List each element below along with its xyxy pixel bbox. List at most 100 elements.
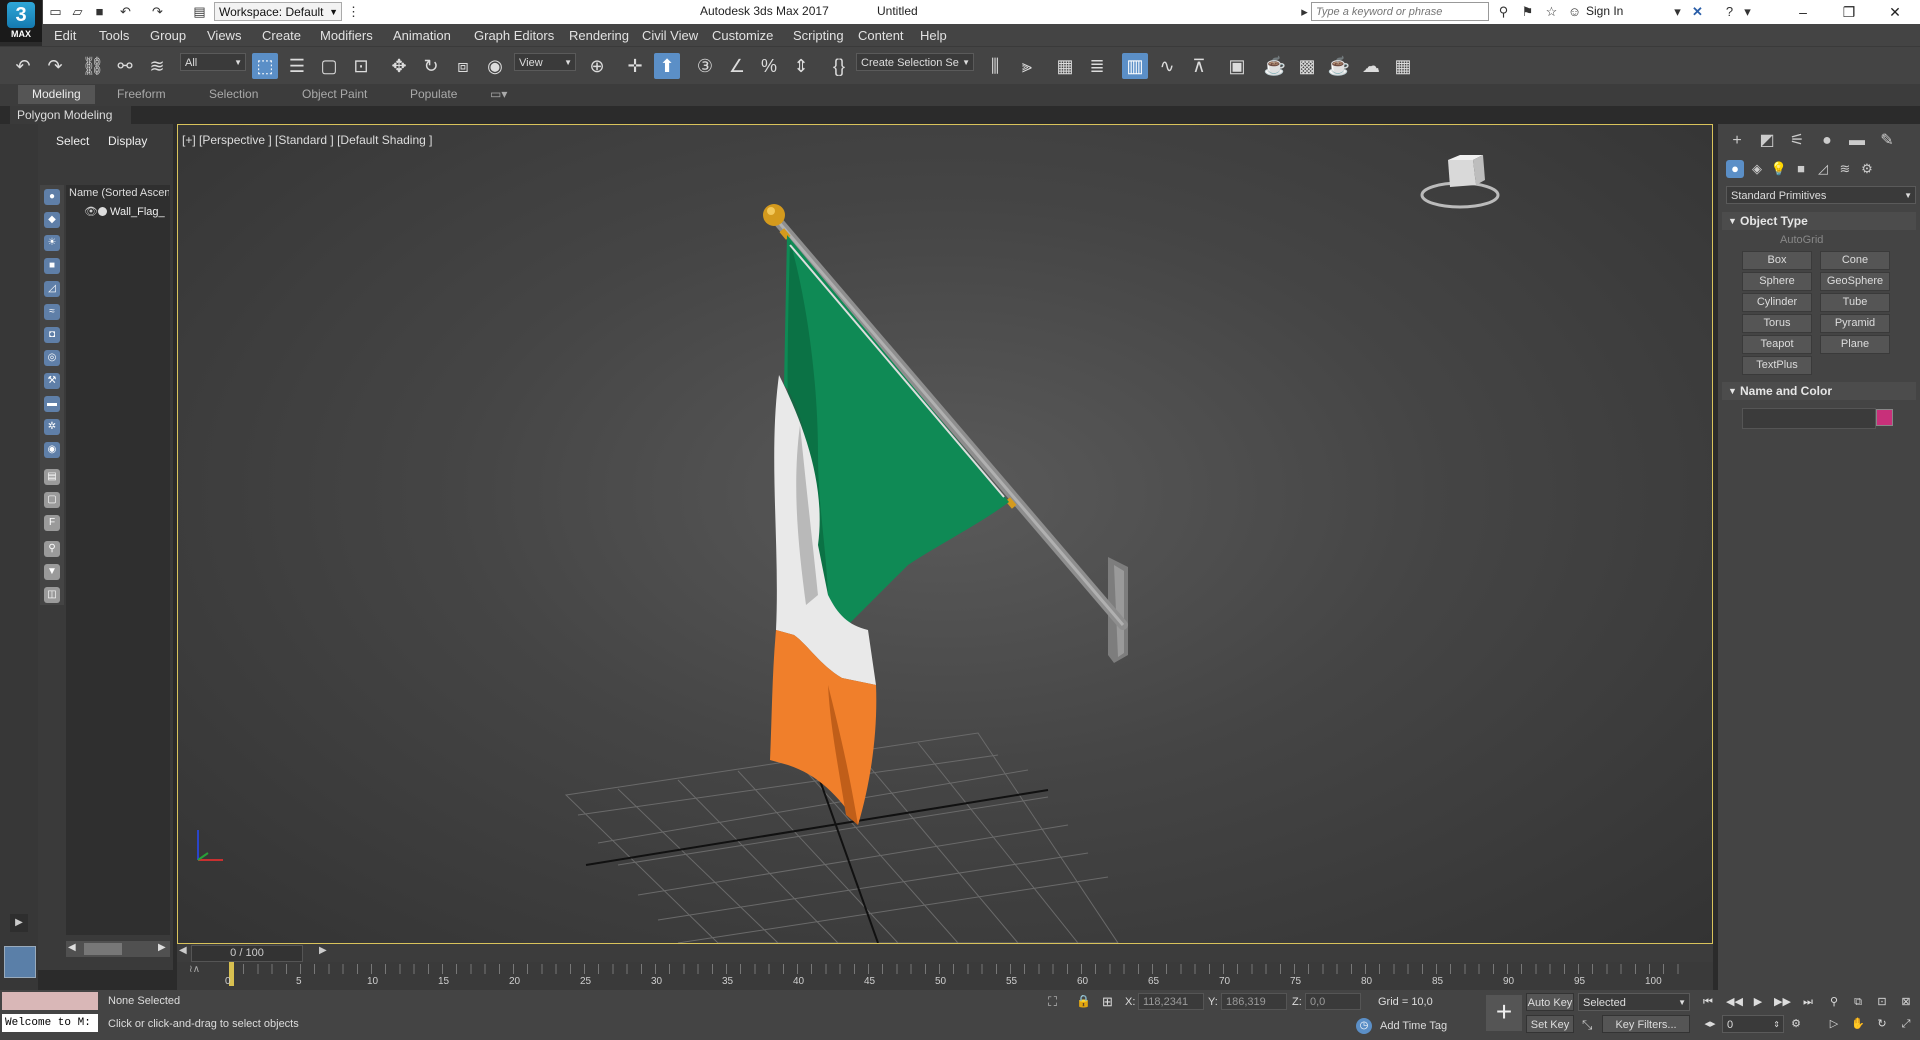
- list-item[interactable]: 👁 Wall_Flag_: [66, 205, 170, 221]
- groups-filter-icon[interactable]: ◘: [44, 327, 60, 343]
- cameras-filter-icon[interactable]: ■: [44, 258, 60, 274]
- isolate-selection-icon[interactable]: ⛶: [1048, 994, 1057, 1010]
- help-dropdown-icon[interactable]: ▾: [1740, 4, 1755, 19]
- project-folder-icon[interactable]: ▤: [192, 4, 207, 19]
- named-selection-sets-dropdown[interactable]: Create Selection Se ▼: [856, 53, 974, 71]
- curve-editor-mini-icon[interactable]: ≀∧: [189, 964, 200, 975]
- menu-animation[interactable]: Animation: [393, 28, 451, 43]
- tab-modeling[interactable]: Modeling: [18, 85, 95, 104]
- zoom-extents-icon[interactable]: ⊡: [1874, 994, 1890, 1010]
- particles-filter-icon[interactable]: ✲: [44, 419, 60, 435]
- hierarchy-tab-icon[interactable]: ⚟: [1786, 130, 1808, 152]
- bones-filter-icon[interactable]: ⚒: [44, 373, 60, 389]
- selection-filter-dropdown[interactable]: All ▼: [180, 53, 246, 71]
- open-file-icon[interactable]: ▱: [70, 4, 85, 19]
- save-file-icon[interactable]: ■: [92, 4, 107, 19]
- bind-space-warp-icon[interactable]: ≋: [144, 53, 170, 79]
- layer-toggle-icon[interactable]: ◫: [44, 587, 60, 603]
- maximize-viewport-icon[interactable]: ⤢: [1898, 1016, 1914, 1032]
- exchange-apps-icon[interactable]: ✕: [1690, 4, 1705, 19]
- viewport-layout-thumbnail[interactable]: [4, 946, 36, 978]
- create-tab-icon[interactable]: +: [1726, 130, 1748, 152]
- space-warps-category-icon[interactable]: ≋: [1836, 160, 1854, 178]
- geometry-category-icon[interactable]: ●: [1726, 160, 1744, 178]
- menu-views[interactable]: Views: [207, 28, 241, 43]
- lights-filter-icon[interactable]: ☀: [44, 235, 60, 251]
- select-manipulate-icon[interactable]: ✛: [622, 53, 648, 79]
- angle-snap-icon[interactable]: ∠: [724, 53, 750, 79]
- sphere-button[interactable]: Sphere: [1742, 272, 1812, 291]
- favorites-star-icon[interactable]: ☆: [1544, 4, 1559, 19]
- go-to-start-icon[interactable]: ⏮: [1700, 994, 1716, 1010]
- zoom-icon[interactable]: ⚲: [1826, 994, 1842, 1010]
- place-icon[interactable]: ◉: [482, 53, 508, 79]
- scale-icon[interactable]: ⧈: [450, 53, 476, 79]
- explorer-tab-select[interactable]: Select: [56, 134, 89, 148]
- auto-key-button[interactable]: Auto Key: [1526, 993, 1574, 1011]
- menu-group[interactable]: Group: [150, 28, 186, 43]
- utilities-tab-icon[interactable]: ✎: [1876, 130, 1898, 152]
- mirror-icon[interactable]: ⫼: [982, 53, 1008, 79]
- redo-icon[interactable]: ↷: [150, 4, 165, 19]
- subscription-icon[interactable]: ⚑: [1520, 4, 1535, 19]
- curve-editor-icon[interactable]: ∿: [1154, 53, 1180, 79]
- object-color-swatch[interactable]: [1876, 409, 1893, 426]
- plane-button[interactable]: Plane: [1820, 335, 1890, 354]
- expand-layouts-icon[interactable]: ▶: [10, 914, 28, 932]
- keyboard-shortcut-override-icon[interactable]: ⬆: [654, 53, 680, 79]
- sign-in-link[interactable]: Sign In: [1586, 4, 1623, 18]
- space-warps-filter-icon[interactable]: ≈: [44, 304, 60, 320]
- previous-frame-icon[interactable]: ◀◀: [1726, 994, 1743, 1010]
- textplus-button[interactable]: TextPlus: [1742, 356, 1812, 375]
- display-all-filter-icon[interactable]: ◉: [44, 442, 60, 458]
- menu-modifiers[interactable]: Modifiers: [320, 28, 373, 43]
- funnel-filter-icon[interactable]: ▼: [44, 564, 60, 580]
- time-slider-prev-icon[interactable]: ◀: [179, 945, 187, 956]
- time-configuration-icon[interactable]: ⚙: [1788, 1016, 1804, 1032]
- snaps-toggle-icon[interactable]: ③: [692, 53, 718, 79]
- explorer-horizontal-scrollbar[interactable]: ◀ ▶: [66, 941, 170, 957]
- box-button[interactable]: Box: [1742, 251, 1812, 270]
- menu-customize[interactable]: Customize: [712, 28, 773, 43]
- time-slider-thumb[interactable]: 0 / 100: [191, 945, 303, 962]
- pivot-center-icon[interactable]: ⊕: [584, 53, 610, 79]
- display-tab-icon[interactable]: ▬: [1846, 130, 1868, 152]
- cylinder-button[interactable]: Cylinder: [1742, 293, 1812, 312]
- primitive-type-dropdown[interactable]: Standard Primitives ▼: [1726, 186, 1916, 204]
- menu-rendering[interactable]: Rendering: [569, 28, 629, 43]
- move-icon[interactable]: ✥: [386, 53, 412, 79]
- app-menu-logo[interactable]: 3 MAX: [0, 0, 43, 42]
- redo-tool-icon[interactable]: ↷: [42, 53, 68, 79]
- pyramid-button[interactable]: Pyramid: [1820, 314, 1890, 333]
- play-icon[interactable]: ▶: [1750, 994, 1766, 1010]
- render-production-icon[interactable]: ☕: [1326, 53, 1352, 79]
- set-key-plus-icon[interactable]: +: [1486, 995, 1522, 1031]
- close-button[interactable]: ✕: [1872, 0, 1918, 24]
- help-icon[interactable]: ?: [1722, 4, 1737, 19]
- tab-object-paint[interactable]: Object Paint: [302, 87, 367, 101]
- time-slider[interactable]: ◀ 0 / 100 ▶: [177, 944, 1713, 962]
- link-icon[interactable]: ⛓: [80, 53, 106, 79]
- orbit-icon[interactable]: ↻: [1874, 1016, 1890, 1032]
- render-in-cloud-icon[interactable]: ☁: [1358, 53, 1384, 79]
- menu-tools[interactable]: Tools: [99, 28, 129, 43]
- visibility-eye-icon[interactable]: 👁: [84, 205, 98, 218]
- menu-help[interactable]: Help: [920, 28, 947, 43]
- menu-create[interactable]: Create: [262, 28, 301, 43]
- find-case-icon[interactable]: F: [44, 515, 60, 531]
- rotate-icon[interactable]: ↻: [418, 53, 444, 79]
- add-time-tag[interactable]: Add Time Tag: [1380, 1020, 1447, 1032]
- object-name-field[interactable]: [1742, 408, 1876, 429]
- maxscript-listener-output[interactable]: [2, 992, 98, 1010]
- a360-gallery-icon[interactable]: ▦: [1390, 53, 1416, 79]
- geosphere-button[interactable]: GeoSphere: [1820, 272, 1890, 291]
- zoom-all-icon[interactable]: ⧉: [1850, 994, 1866, 1010]
- xrefs-filter-icon[interactable]: ◎: [44, 350, 60, 366]
- signin-dropdown-icon[interactable]: ▾: [1670, 4, 1685, 19]
- edit-named-selection-icon[interactable]: {}: [826, 53, 852, 79]
- tube-button[interactable]: Tube: [1820, 293, 1890, 312]
- y-coordinate-field[interactable]: 186,319: [1221, 993, 1287, 1010]
- time-tag-icon[interactable]: ◷: [1356, 1018, 1372, 1034]
- menu-edit[interactable]: Edit: [54, 28, 76, 43]
- ribbon-toggle-icon[interactable]: ▥: [1122, 53, 1148, 79]
